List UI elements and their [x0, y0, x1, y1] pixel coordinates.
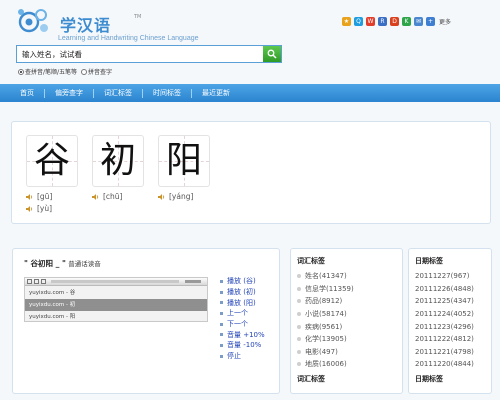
speaker-icon [26, 205, 34, 213]
nav-vocab-tags[interactable]: 词汇标签 [94, 88, 142, 98]
pronunciation[interactable]: [gū] [26, 192, 52, 201]
logo-title: 学汉语 [60, 16, 112, 35]
date-tag-item[interactable]: 20111226(4848) [415, 283, 474, 296]
pinyin-label: [yù] [37, 204, 53, 213]
vocab-tags-heading: 词汇标签 [297, 257, 325, 265]
player-controls [25, 278, 207, 286]
vocab-tag-item[interactable]: 药品(8912) [297, 295, 354, 308]
weibo-share-icon[interactable]: W [366, 16, 375, 26]
pinyin-label: [yáng] [169, 192, 194, 201]
character-glyph: 谷 [33, 140, 70, 181]
bookmark-share-icon[interactable]: ★ [342, 16, 351, 26]
character-glyph: 初 [99, 140, 136, 181]
stop-icon[interactable] [41, 279, 46, 284]
play-control-yang[interactable]: 播放 (阳) [220, 297, 280, 308]
playlist-item[interactable]: yuyixdu.com - 阳 [25, 311, 207, 323]
date-tag-item[interactable]: 20111225(4347) [415, 295, 474, 308]
date-tag-item[interactable]: 20111220(4844) [415, 358, 474, 371]
more-share-icon[interactable]: + [426, 16, 435, 26]
logo-trademark: TM [134, 14, 142, 20]
header: 学汉语 TM Learning and Handwriting Chinese … [0, 0, 500, 84]
logo[interactable]: 学汉语 TM Learning and Handwriting Chinese … [16, 6, 216, 44]
vocab-tag-item[interactable]: 疾病(9561) [297, 320, 354, 333]
renren-share-icon[interactable]: R [378, 16, 387, 26]
vocab-tag-item[interactable]: 地质(16006) [297, 358, 354, 371]
audio-title-name: " 谷初阳 _ " [24, 259, 66, 268]
pause-icon[interactable] [34, 279, 39, 284]
pinyin-label: [chū] [103, 192, 123, 201]
vocab-tags-panel: 词汇标签 姓名(41347) 信息学(11359) 药品(8912) 小说(58… [290, 248, 403, 394]
pinyin-label: [gū] [37, 192, 53, 201]
main-nav: 首页 偏旁查字 词汇标签 时间标签 最近更新 [0, 84, 500, 102]
date-tag-item[interactable]: 20111223(4296) [415, 320, 474, 333]
audio-title: " 谷初阳 _ " 普通话读音 [24, 258, 101, 269]
kaixin-share-icon[interactable]: K [402, 16, 411, 26]
pronunciation[interactable]: [yù] [26, 204, 52, 213]
search-options: 查拼音/笔顺/五笔等 拼音查字 [18, 67, 112, 76]
player-progress-bar[interactable] [51, 280, 179, 283]
date-tag-item[interactable]: 20111221(4798) [415, 346, 474, 359]
search-mode-label-lookup: 查拼音/笔顺/五笔等 [25, 69, 78, 76]
nav-date-tags[interactable]: 时间标签 [143, 88, 191, 98]
audio-panel: " 谷初阳 _ " 普通话读音 yuyixdu.com - 谷 yuyixdu.… [12, 248, 280, 394]
character-card[interactable]: 初 [92, 135, 144, 187]
vocab-tags-footer[interactable]: 词汇标签 [297, 374, 325, 384]
audio-player: yuyixdu.com - 谷 yuyixdu.com - 初 yuyixdu.… [24, 277, 208, 322]
search-input[interactable] [17, 46, 263, 62]
search-mode-radio-pinyin[interactable] [81, 68, 88, 75]
logo-subtitle: Learning and Handwriting Chinese Languag… [58, 35, 199, 42]
date-tag-item[interactable]: 20111222(4812) [415, 333, 474, 346]
share-more-link[interactable]: 更多 [439, 17, 451, 26]
nav-home[interactable]: 首页 [10, 88, 44, 98]
audio-title-subtitle: 普通话读音 [68, 260, 101, 268]
character-panel: 谷 初 阳 [gū] [chū] [yáng] [yù] [11, 121, 491, 224]
play-control-gu[interactable]: 播放 (谷) [220, 276, 280, 287]
vocab-tag-item[interactable]: 电影(497) [297, 346, 354, 359]
date-tag-item[interactable]: 20111227(967) [415, 270, 474, 283]
volume-up-control[interactable]: 音量 +10% [220, 329, 280, 340]
share-bar: ★ Q W R D K ✉ + 更多 [342, 15, 451, 27]
vocab-tags-list: 姓名(41347) 信息学(11359) 药品(8912) 小说(58174) … [297, 270, 354, 371]
search-mode-label-pinyin: 拼音查字 [88, 69, 113, 76]
play-control-chu[interactable]: 播放 (初) [220, 287, 280, 298]
speaker-icon [158, 193, 166, 201]
date-tags-panel: 日期标签 20111227(967) 20111226(4848) 201112… [408, 248, 492, 394]
date-tags-heading: 日期标签 [415, 257, 443, 265]
douban-share-icon[interactable]: D [390, 16, 399, 26]
vocab-tag-item[interactable]: 小说(58174) [297, 308, 354, 321]
next-control[interactable]: 下一个 [220, 319, 280, 330]
vocab-tag-item[interactable]: 信息学(11359) [297, 283, 354, 296]
character-card[interactable]: 阳 [158, 135, 210, 187]
audio-control-list: 播放 (谷) 播放 (初) 播放 (阳) 上一个 下一个 音量 +10% 音量 … [220, 276, 280, 362]
search-button[interactable] [263, 46, 281, 62]
volume-down-control[interactable]: 音量 -10% [220, 340, 280, 351]
player-volume-bar[interactable] [185, 280, 201, 283]
pronunciation[interactable]: [yáng] [158, 192, 193, 201]
nav-recent-updates[interactable]: 最近更新 [192, 88, 240, 98]
character-card[interactable]: 谷 [26, 135, 78, 187]
vocab-tag-item[interactable]: 姓名(41347) [297, 270, 354, 283]
stop-control[interactable]: 停止 [220, 351, 280, 362]
date-tags-footer[interactable]: 日期标签 [415, 374, 443, 384]
speaker-icon [26, 193, 34, 201]
previous-control[interactable]: 上一个 [220, 308, 280, 319]
vocab-tag-item[interactable]: 化学(13905) [297, 333, 354, 346]
search-box [16, 45, 282, 63]
nav-radical-lookup[interactable]: 偏旁查字 [45, 88, 93, 98]
date-tags-list: 20111227(967) 20111226(4848) 20111225(43… [415, 270, 474, 371]
character-glyph: 阳 [165, 140, 202, 181]
qzone-share-icon[interactable]: Q [354, 16, 363, 26]
logo-icon [18, 9, 48, 33]
search-icon [267, 49, 277, 59]
date-tag-item[interactable]: 20111224(4052) [415, 308, 474, 321]
speaker-icon [92, 193, 100, 201]
mail-share-icon[interactable]: ✉ [414, 16, 423, 26]
playlist-item[interactable]: yuyixdu.com - 初 [25, 299, 207, 311]
pronunciation[interactable]: [chū] [92, 192, 122, 201]
play-icon[interactable] [27, 279, 32, 284]
search-mode-radio-lookup[interactable] [18, 68, 24, 75]
playlist-item[interactable]: yuyixdu.com - 谷 [25, 287, 207, 299]
